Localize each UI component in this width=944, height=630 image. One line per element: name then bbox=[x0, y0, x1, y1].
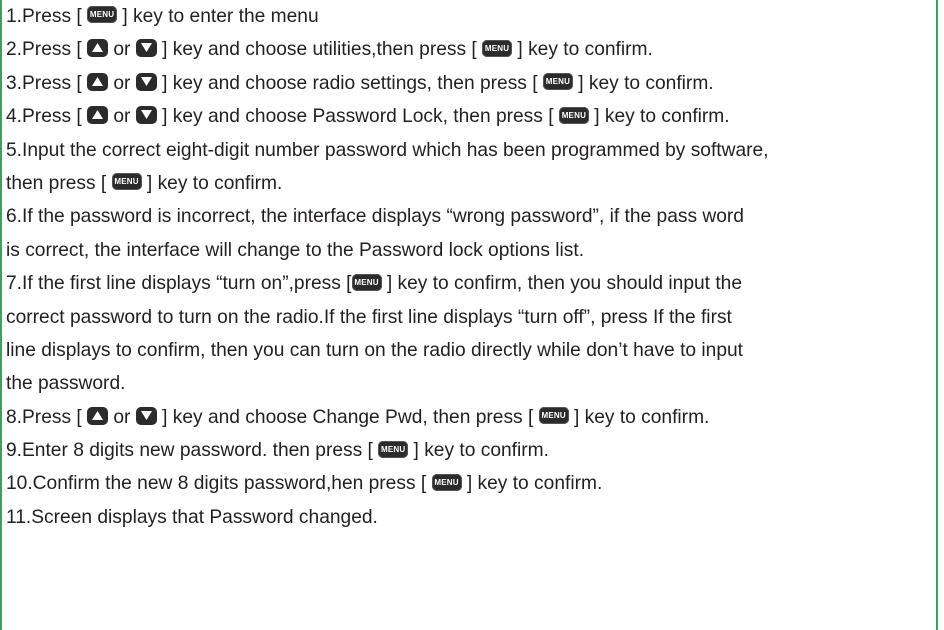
step-6: 6.If the password is incorrect, the inte… bbox=[6, 206, 744, 228]
step-11: 11.Screen displays that Password changed… bbox=[6, 506, 378, 528]
step-10: 10.Confirm the new 8 digits password,hen… bbox=[6, 473, 603, 495]
up-triangle-icon bbox=[87, 39, 109, 58]
step-7: 7.If the first line displays “turn on”,p… bbox=[6, 273, 743, 295]
step-2: 2.Press [ or ] key and choose utilities,… bbox=[6, 39, 653, 61]
menu-key-icon: MENU bbox=[378, 440, 409, 458]
down-triangle-icon bbox=[135, 406, 157, 425]
left-border-line bbox=[0, 0, 2, 630]
step-3: 3.Press [ or ] key and choose radio sett… bbox=[6, 72, 714, 94]
menu-key-icon: MENU bbox=[538, 407, 569, 425]
down-triangle-icon bbox=[135, 106, 157, 125]
step-9: 9.Enter 8 digits new password. then pres… bbox=[6, 440, 549, 462]
step-7-continued-1: correct password to turn on the radio.If… bbox=[6, 306, 732, 328]
step-6-continued: is correct, the interface will change to… bbox=[6, 239, 585, 261]
step-1: 1.Press [ MENU ] key to enter the menu bbox=[6, 6, 319, 27]
menu-key-icon: MENU bbox=[558, 106, 589, 124]
menu-key-icon: MENU bbox=[351, 273, 382, 291]
up-triangle-icon bbox=[87, 406, 109, 425]
step-5-continued: then press [ MENU ] key to confirm. bbox=[6, 172, 283, 194]
step-7-continued-2: line displays to confirm, then you can t… bbox=[6, 339, 744, 361]
instruction-list: 1.Press [ MENU ] key to enter the menu 2… bbox=[6, 0, 936, 534]
down-triangle-icon bbox=[135, 39, 157, 58]
right-border-line bbox=[936, 0, 938, 630]
menu-key-icon: MENU bbox=[542, 73, 573, 91]
up-triangle-icon bbox=[87, 72, 109, 91]
step-7-continued-3: the password. bbox=[6, 373, 126, 395]
menu-key-icon: MENU bbox=[431, 473, 462, 491]
down-triangle-icon bbox=[135, 72, 157, 91]
up-triangle-icon bbox=[87, 106, 109, 125]
menu-key-icon: MENU bbox=[111, 173, 142, 191]
step-5: 5.Input the correct eight-digit number p… bbox=[6, 139, 769, 161]
step-4: 4.Press [ or ] key and choose Password L… bbox=[6, 106, 730, 128]
menu-key-icon: MENU bbox=[482, 39, 513, 57]
step-8: 8.Press [ or ] key and choose Change Pwd… bbox=[6, 406, 710, 428]
menu-key-icon: MENU bbox=[87, 6, 118, 24]
